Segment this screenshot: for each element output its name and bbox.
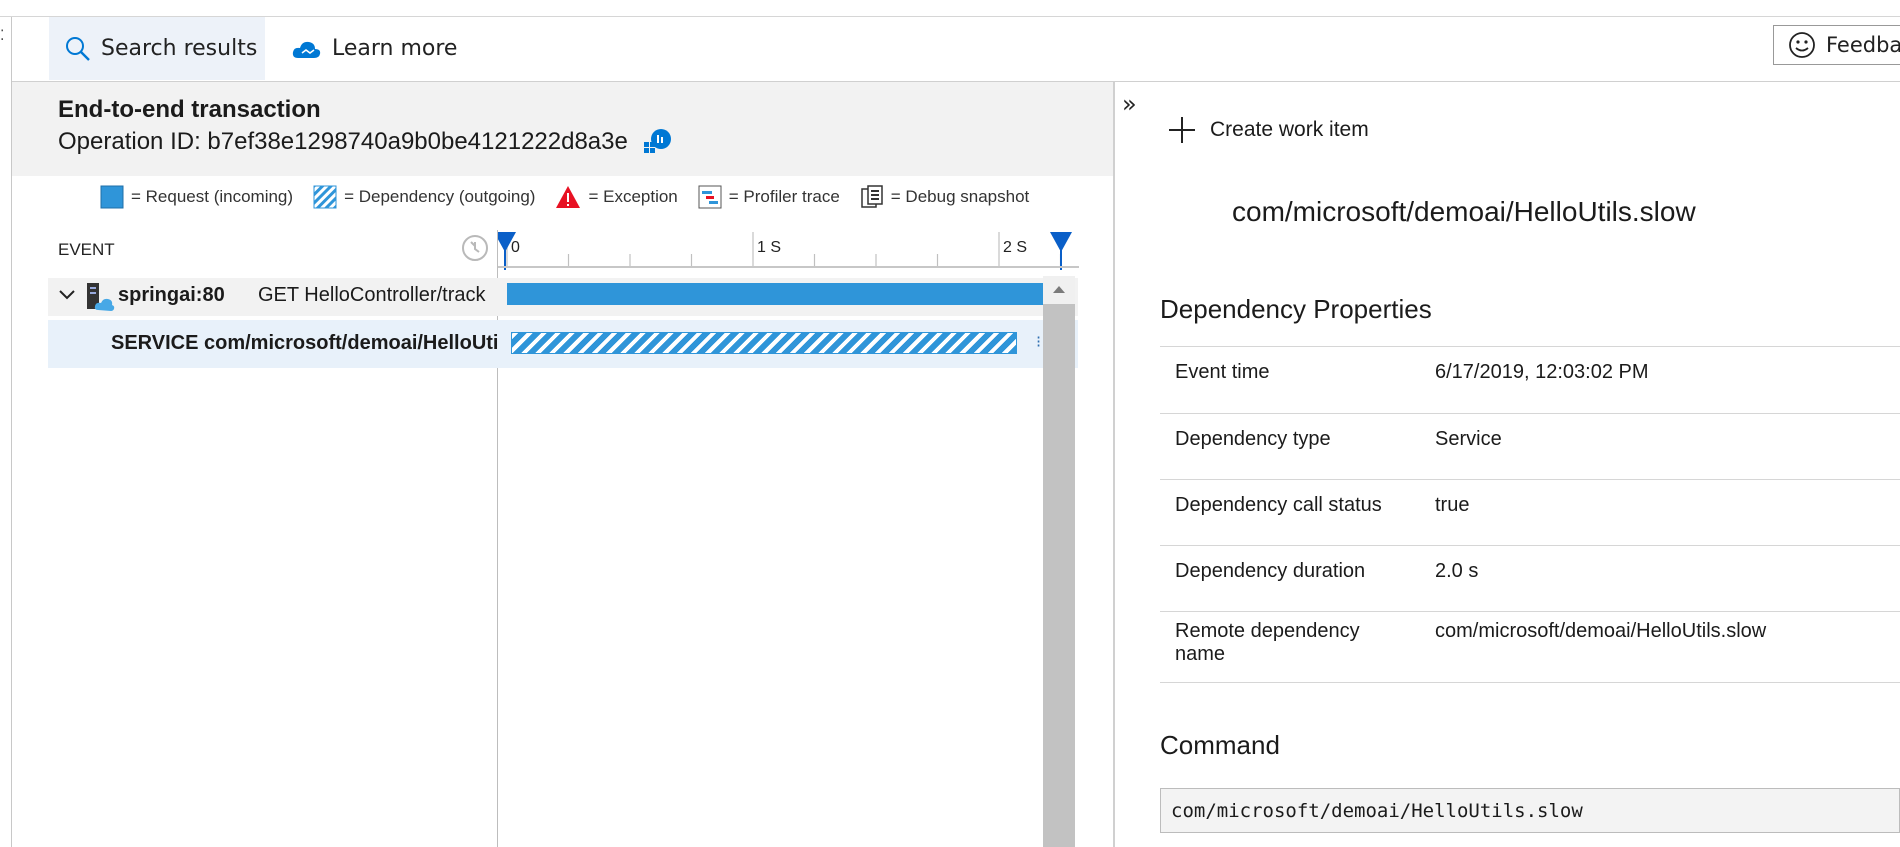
axis-tick-label: 1 S xyxy=(757,239,781,256)
properties-heading: Dependency Properties xyxy=(1160,294,1432,324)
property-key: Dependency duration xyxy=(1175,560,1366,582)
analytics-icon[interactable] xyxy=(642,128,672,156)
event-column-header: EVENT xyxy=(58,240,115,259)
legend-profiler-label: = Profiler trace xyxy=(728,187,840,206)
property-key: Event time xyxy=(1175,361,1270,383)
profiler-trace-icon xyxy=(698,185,722,209)
property-value: 2.0 s xyxy=(1435,560,1479,582)
property-key: Dependency type xyxy=(1175,428,1331,450)
toolbar: Search results Learn more Feedba xyxy=(12,17,1900,82)
properties-table: Event time 6/17/2019, 12:03:02 PM Dependen… xyxy=(1160,346,1900,683)
operation-id-text: Operation ID: b7ef38e1298740a9b0be412122… xyxy=(58,128,628,155)
legend: = Request (incoming) = Dependency (outgo… xyxy=(100,182,1049,212)
transaction-title: End-to-end transaction xyxy=(58,96,321,123)
legend-dependency: = Dependency (outgoing) xyxy=(313,185,535,209)
row-operation: GET HelloController/track xyxy=(258,284,486,306)
plus-icon xyxy=(1169,117,1195,143)
legend-exception-label: = Exception xyxy=(588,187,678,206)
chevron-down-icon[interactable] xyxy=(58,288,76,302)
property-row: Dependency type Service xyxy=(1160,414,1900,480)
row-dependency-name: SERVICE com/microsoft/demoai/HelloUtils.… xyxy=(111,332,499,354)
dependency-title: com/microsoft/demoai/HelloUtils.slow xyxy=(1232,196,1696,227)
server-cloud-icon xyxy=(87,283,115,311)
bar-overflow-icon: ⁝ xyxy=(1036,332,1042,351)
exception-icon xyxy=(556,186,581,208)
dependency-swatch-icon xyxy=(313,185,337,209)
feedback-button[interactable]: Feedba xyxy=(1773,25,1900,65)
property-value: com/microsoft/demoai/HelloUtils.slow xyxy=(1435,620,1767,642)
property-row: Dependency call status true xyxy=(1160,480,1900,546)
property-value: true xyxy=(1435,494,1470,516)
property-row: Remote dependency name com/microsoft/demo… xyxy=(1160,612,1900,683)
pane-divider[interactable] xyxy=(1113,82,1115,847)
command-heading: Command xyxy=(1160,730,1280,760)
search-results-label: Search results xyxy=(101,36,258,61)
axis-tick-label: 2 S xyxy=(1003,239,1027,256)
legend-request-label: = Request (incoming) xyxy=(131,187,294,206)
reset-zoom-icon[interactable] xyxy=(460,233,490,263)
property-value: Service xyxy=(1435,428,1502,450)
legend-request: = Request (incoming) xyxy=(100,185,293,209)
create-work-item-button[interactable]: Create work item xyxy=(1168,116,1369,144)
legend-debug: = Debug snapshot xyxy=(860,185,1029,209)
feedback-label: Feedba xyxy=(1826,33,1900,57)
cloud-book-icon xyxy=(292,41,321,58)
property-row: Event time 6/17/2019, 12:03:02 PM xyxy=(1160,347,1900,414)
debug-snapshot-icon xyxy=(861,185,883,208)
request-swatch-icon xyxy=(100,185,124,209)
create-work-item-label: Create work item xyxy=(1210,118,1369,141)
legend-exception: = Exception xyxy=(555,185,678,209)
scrollbar[interactable] xyxy=(1043,276,1075,847)
learn-more-button[interactable]: Learn more xyxy=(280,17,470,80)
legend-profiler: = Profiler trace xyxy=(698,185,840,209)
request-bar[interactable] xyxy=(507,283,1043,305)
search-results-button[interactable]: Search results xyxy=(49,17,265,80)
property-key: Remote dependency name xyxy=(1175,620,1360,665)
property-value: 6/17/2019, 12:03:02 PM xyxy=(1435,361,1649,383)
learn-more-label: Learn more xyxy=(332,36,458,61)
operation-id: Operation ID: b7ef38e1298740a9b0be412122… xyxy=(58,128,672,156)
property-key: Dependency call status xyxy=(1175,494,1382,516)
command-box[interactable]: com/microsoft/demoai/HelloUtils.slow xyxy=(1160,788,1900,833)
legend-dependency-label: = Dependency (outgoing) xyxy=(344,187,536,206)
row-server-name: springai:80 xyxy=(118,284,225,306)
collapse-pane-icon[interactable]: » xyxy=(1122,90,1137,118)
timeline-axis: 0 1 S 2 S xyxy=(497,232,1072,270)
dependency-bar[interactable] xyxy=(511,332,1017,354)
search-icon xyxy=(66,36,90,61)
scroll-up-icon[interactable] xyxy=(1052,284,1066,294)
range-end-handle[interactable] xyxy=(1050,232,1072,270)
axis-tick-label: 0 xyxy=(511,239,520,256)
property-row: Dependency duration 2.0 s xyxy=(1160,546,1900,612)
smiley-icon xyxy=(1789,32,1815,58)
legend-debug-label: = Debug snapshot xyxy=(890,187,1030,206)
resize-grip-icon[interactable]: ⁚ xyxy=(0,28,4,44)
axis-baseline xyxy=(497,266,1079,268)
